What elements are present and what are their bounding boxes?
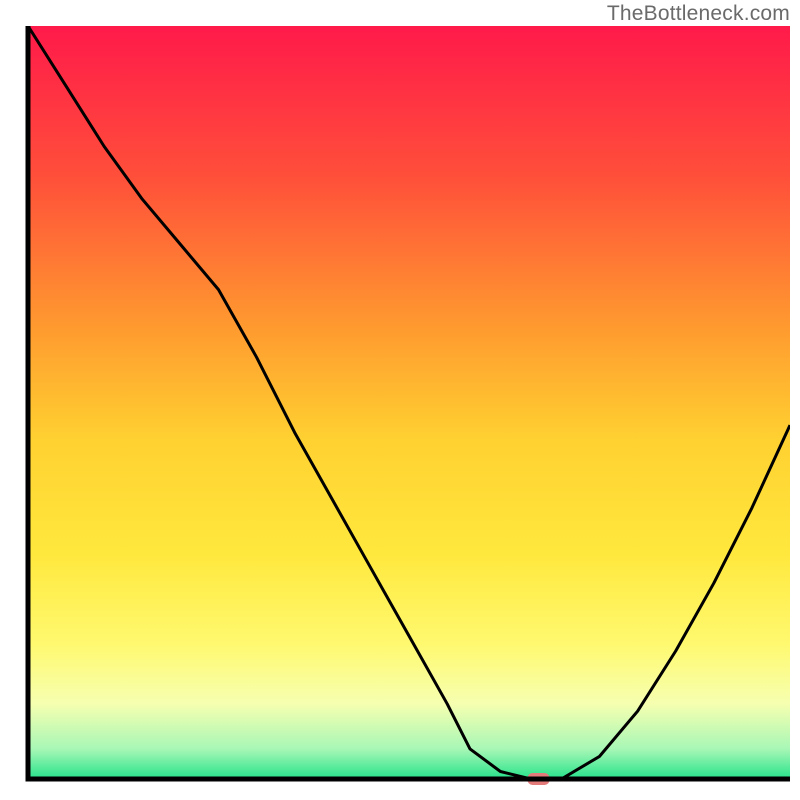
plot-background (28, 26, 790, 779)
watermark-text: TheBottleneck.com (607, 2, 790, 26)
chart-container: TheBottleneck.com (0, 0, 800, 800)
chart-svg (0, 0, 800, 800)
